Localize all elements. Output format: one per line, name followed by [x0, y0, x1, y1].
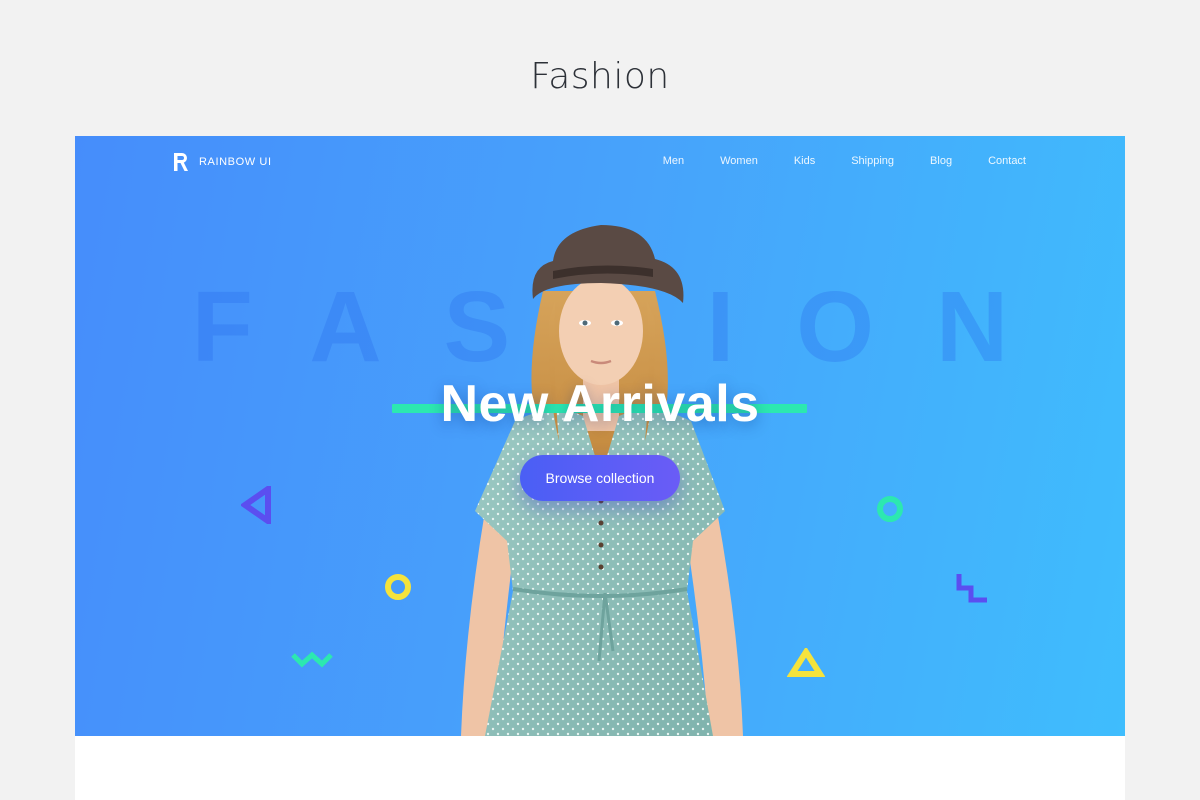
brand[interactable]: RAINBOW UI — [173, 152, 272, 172]
triangle-outline-icon — [787, 648, 825, 677]
ring-icon — [385, 574, 411, 600]
letter-r-logo-icon — [174, 153, 188, 171]
zigzag-icon — [291, 651, 333, 668]
main-nav: Men Women Kids Shipping Blog Contact — [663, 155, 1026, 167]
page-heading: Fashion — [530, 56, 670, 97]
steps-icon — [956, 574, 987, 603]
nav-item-contact[interactable]: Contact — [988, 155, 1026, 167]
hero-headline: New Arrivals — [440, 375, 760, 433]
ring-icon — [877, 496, 903, 522]
triangle-outline-icon — [241, 486, 271, 524]
browse-collection-button[interactable]: Browse collection — [520, 455, 680, 501]
nav-item-men[interactable]: Men — [663, 155, 684, 167]
nav-item-kids[interactable]: Kids — [794, 155, 815, 167]
nav-item-blog[interactable]: Blog — [930, 155, 952, 167]
nav-item-women[interactable]: Women — [720, 155, 758, 167]
preview-frame: RAINBOW UI Men Women Kids Shipping Blog … — [75, 136, 1125, 800]
nav-item-shipping[interactable]: Shipping — [851, 155, 894, 167]
brand-name: RAINBOW UI — [199, 156, 272, 168]
hero-section: RAINBOW UI Men Women Kids Shipping Blog … — [75, 136, 1125, 736]
